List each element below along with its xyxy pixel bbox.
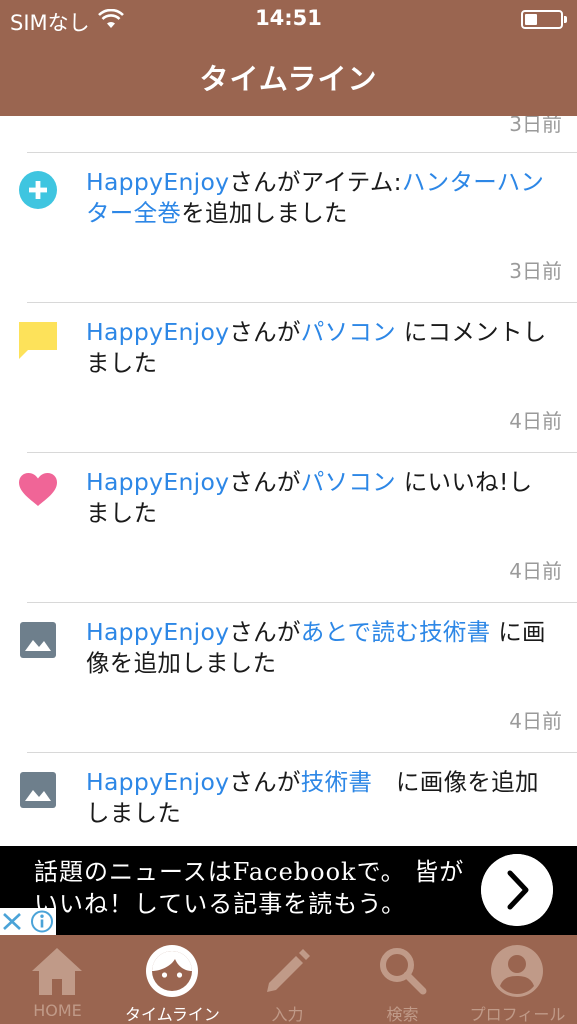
- item-timestamp: 4日前: [509, 709, 562, 733]
- chevron-right-icon[interactable]: [481, 854, 553, 926]
- tab-search[interactable]: 検索: [345, 935, 460, 1024]
- item-text: HappyEnjoyさんがパソコン にいいね!しました: [86, 467, 556, 529]
- tab-timeline[interactable]: タイムライン: [115, 935, 230, 1024]
- person-icon: [491, 945, 543, 997]
- item-text-part: を追加しました: [181, 199, 348, 227]
- ad-text: 話題のニュースはFacebookで。 皆が いいね！している記事を読もう。: [34, 856, 469, 920]
- heart-icon: [19, 473, 57, 506]
- target-link[interactable]: 技術書: [301, 768, 372, 796]
- tab-bar: HOME タイムライン 入力 検索 プロフィール: [0, 935, 577, 1024]
- item-text-part: さんが: [229, 768, 301, 796]
- search-icon: [380, 948, 427, 995]
- status-bar: SIMなし 14:51: [0, 0, 577, 38]
- tab-label: HOME: [33, 1001, 82, 1020]
- user-link[interactable]: HappyEnjoy: [86, 168, 229, 196]
- item-text: HappyEnjoyさんがアイテム:ハンターハンター全巻を追加しました: [86, 167, 556, 229]
- ad-text-line: 話題のニュースはFacebookで。 皆が: [34, 858, 465, 886]
- image-icon: [20, 772, 56, 808]
- divider: [27, 752, 577, 753]
- tab-label: 検索: [386, 1005, 419, 1024]
- item-text-part: さんがアイテム:: [229, 168, 402, 196]
- divider: [27, 452, 577, 453]
- pencil-icon: [267, 949, 310, 992]
- battery-icon: [521, 10, 567, 29]
- item-text: HappyEnjoyさんがパソコン にコメントしました: [86, 317, 556, 379]
- item-text: HappyEnjoyさんが技術書 に画像を追加しました: [86, 767, 556, 829]
- app-header: SIMなし 14:51 タイムライン: [0, 0, 577, 116]
- user-link[interactable]: HappyEnjoy: [86, 768, 229, 796]
- target-link[interactable]: あとで読む技術書: [301, 618, 491, 646]
- tab-label: タイムライン: [125, 1005, 220, 1024]
- plus-circle-icon: [19, 171, 57, 209]
- tab-label: 入力: [271, 1005, 304, 1024]
- user-link[interactable]: HappyEnjoy: [86, 618, 229, 646]
- page-title: タイムライン: [199, 62, 378, 96]
- user-link[interactable]: HappyEnjoy: [86, 318, 229, 346]
- item-timestamp: 4日前: [509, 559, 562, 583]
- target-link[interactable]: パソコン: [301, 468, 396, 496]
- tab-label: プロフィール: [469, 1005, 566, 1024]
- item-timestamp: 3日前: [509, 116, 562, 136]
- divider: [27, 302, 577, 303]
- status-time: 14:51: [255, 6, 322, 30]
- list-item[interactable]: HappyEnjoyさんがパソコン にコメントしました 4日前: [0, 302, 577, 452]
- list-item[interactable]: HappyEnjoyさんがアイテム:ハンターハンター全巻を追加しました 3日前: [0, 152, 577, 302]
- item-text: HappyEnjoyさんがあとで読む技術書 に画像を追加しました: [86, 617, 556, 679]
- divider: [27, 602, 577, 603]
- home-icon: [32, 948, 82, 995]
- divider: [27, 152, 577, 153]
- list-item[interactable]: HappyEnjoyさんがパソコン にいいね!しました 4日前: [0, 452, 577, 602]
- ad-banner[interactable]: 話題のニュースはFacebookで。 皆が いいね！している記事を読もう。: [0, 846, 577, 935]
- ad-choices-icon[interactable]: [0, 908, 56, 935]
- face-icon: [146, 945, 198, 997]
- item-text-part: さんが: [229, 468, 301, 496]
- tab-input[interactable]: 入力: [230, 935, 345, 1024]
- image-icon: [20, 622, 56, 658]
- item-timestamp: 3日前: [509, 259, 562, 283]
- item-timestamp: 4日前: [509, 409, 562, 433]
- ad-text-line: いいね！している記事を読もう。: [34, 890, 407, 918]
- tab-home[interactable]: HOME: [0, 935, 115, 1024]
- timeline-list[interactable]: 3日前 HappyEnjoyさんがアイテム:ハンターハンター全巻を追加しました …: [0, 116, 577, 846]
- item-text-part: さんが: [229, 318, 301, 346]
- list-item[interactable]: HappyEnjoyさんが技術書 に画像を追加しました: [0, 752, 577, 846]
- tab-profile[interactable]: プロフィール: [460, 935, 577, 1024]
- user-link[interactable]: HappyEnjoy: [86, 468, 229, 496]
- comment-icon: [19, 322, 57, 359]
- list-item[interactable]: HappyEnjoyさんがあとで読む技術書 に画像を追加しました 4日前: [0, 602, 577, 752]
- item-text-part: さんが: [229, 618, 301, 646]
- target-link[interactable]: パソコン: [301, 318, 396, 346]
